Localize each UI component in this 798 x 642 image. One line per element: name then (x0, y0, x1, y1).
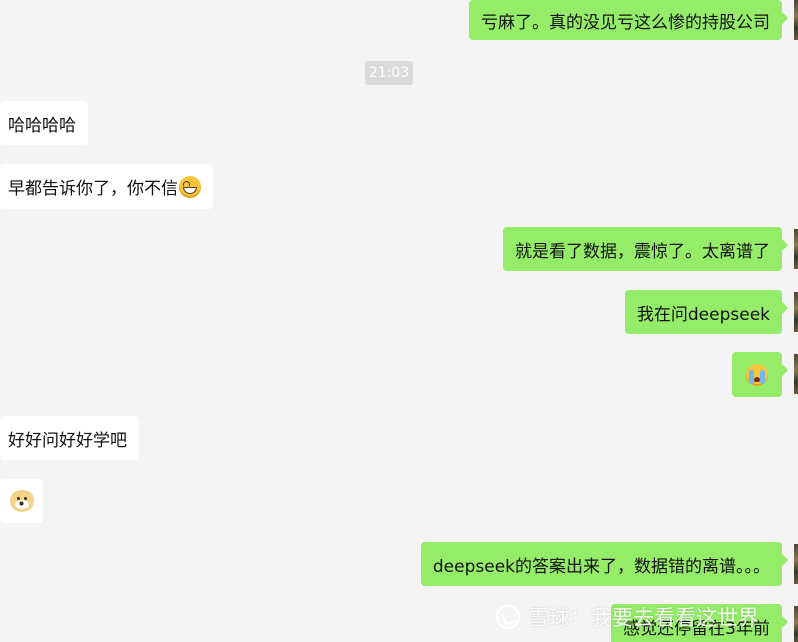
avatar[interactable] (794, 354, 798, 394)
message-outgoing (732, 352, 788, 397)
avatar[interactable] (794, 0, 798, 40)
message-text: 哈哈哈哈 (8, 115, 76, 136)
message-text: 就是看了数据，震惊了。太离谱了 (515, 241, 770, 262)
message-bubble[interactable]: 亏麻了。真的没见亏这么惨的持股公司 (469, 0, 788, 40)
snowball-logo-icon (496, 605, 520, 629)
watermark: 雪球：我要去看看这世界 (496, 600, 759, 634)
message-incoming (0, 479, 43, 523)
message-incoming: 好好问好好学吧 (0, 416, 139, 460)
message-outgoing: 我在问deepseek (624, 290, 789, 334)
doge-emoji-icon (9, 490, 34, 512)
message-bubble[interactable] (732, 352, 788, 397)
message-incoming: 早都告诉你了，你不信 (0, 164, 213, 209)
message-text: 好好问好好学吧 (8, 430, 127, 451)
message-bubble[interactable]: 就是看了数据，震惊了。太离谱了 (503, 227, 788, 271)
message-bubble[interactable]: 哈哈哈哈 (0, 101, 88, 145)
avatar[interactable] (794, 229, 798, 269)
message-incoming: 哈哈哈哈 (0, 101, 88, 145)
message-text: 亏麻了。真的没见亏这么惨的持股公司 (481, 12, 770, 33)
message-bubble[interactable] (0, 479, 43, 523)
message-text: 我在问deepseek (636, 304, 770, 325)
message-text: deepseek的答案出来了，数据错的离谱。。。 (432, 556, 770, 577)
message-bubble[interactable]: 好好问好好学吧 (0, 416, 139, 460)
message-outgoing: 就是看了数据，震惊了。太离谱了 (503, 227, 788, 271)
avatar[interactable] (794, 292, 798, 332)
message-bubble[interactable]: 早都告诉你了，你不信 (0, 164, 213, 209)
grin-emoji-icon (179, 175, 201, 198)
watermark-text: 雪球：我要去看看这世界 (528, 606, 759, 630)
message-bubble[interactable]: 我在问deepseek (624, 290, 789, 334)
message-text: 早都告诉你了，你不信 (8, 179, 178, 199)
avatar[interactable] (794, 544, 798, 584)
message-outgoing: deepseek的答案出来了，数据错的离谱。。。 (420, 542, 789, 586)
message-outgoing: 亏麻了。真的没见亏这么惨的持股公司 (469, 0, 788, 40)
crying-emoji-icon (746, 363, 768, 386)
message-bubble[interactable]: deepseek的答案出来了，数据错的离谱。。。 (420, 542, 789, 586)
chat-window: 亏麻了。真的没见亏这么惨的持股公司 21:03 哈哈哈哈 早都告诉你了，你不信 … (0, 0, 798, 642)
avatar[interactable] (794, 606, 798, 642)
timestamp-label: 21:03 (365, 61, 413, 85)
